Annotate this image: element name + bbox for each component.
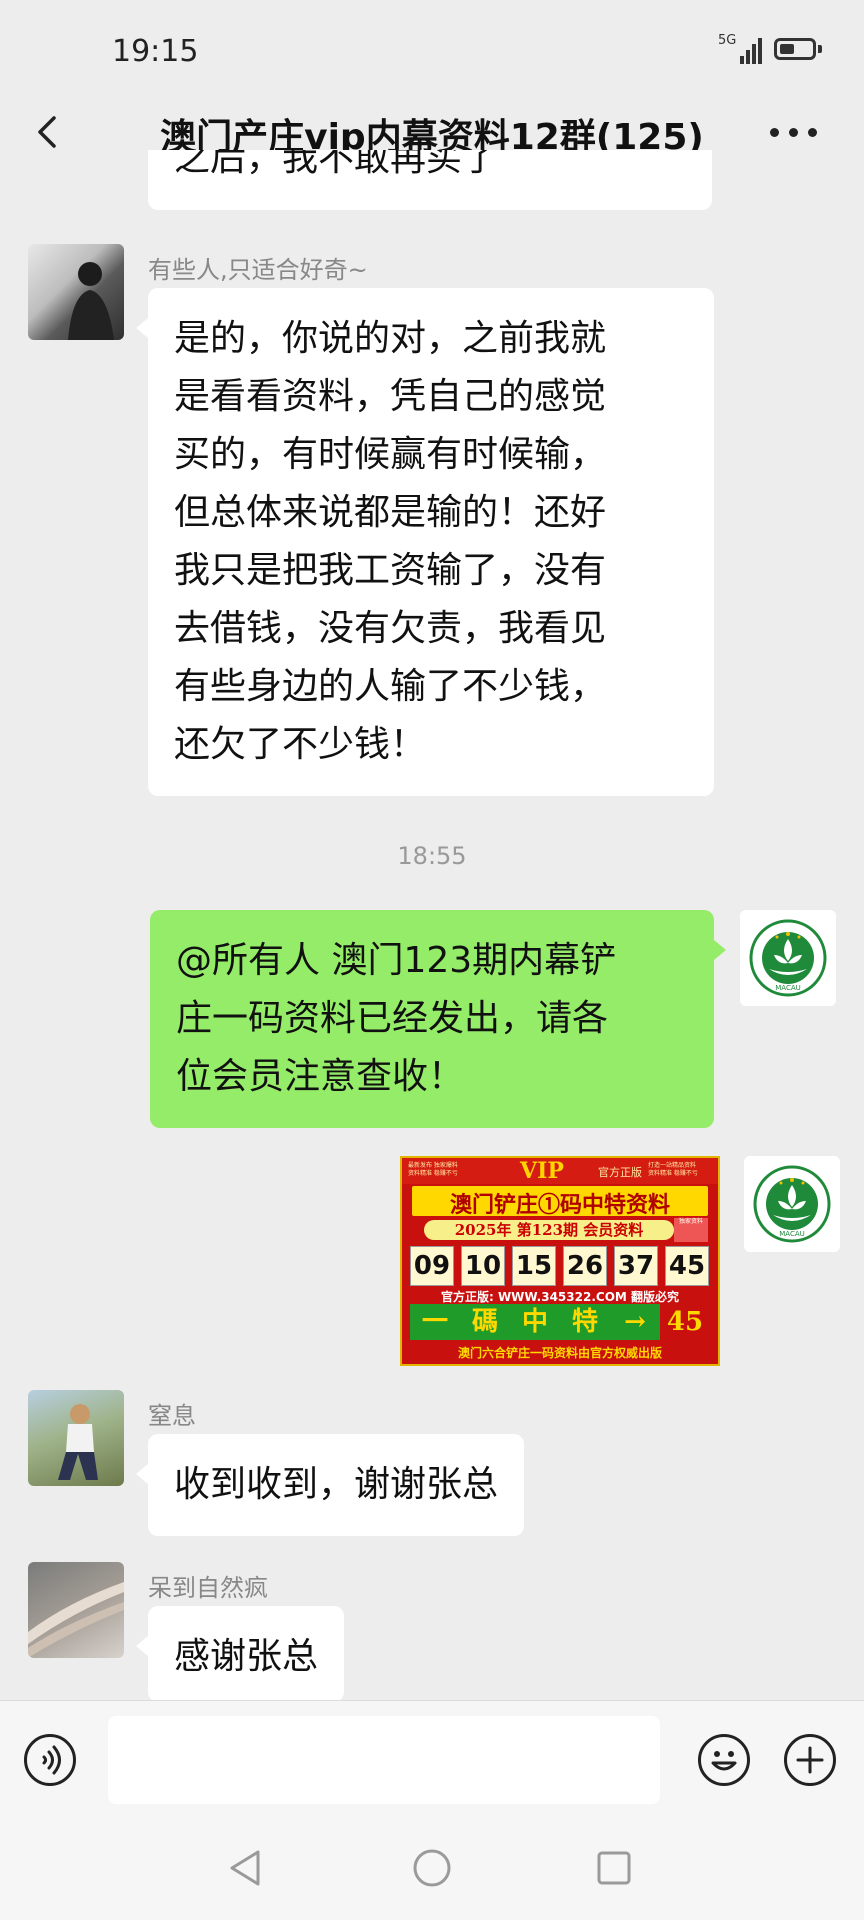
- message-line: 还欠了不少钱！: [174, 724, 427, 765]
- vip-url: 官方正版: WWW.345322.COM 翻版必究: [440, 1290, 680, 1304]
- bubble-tail: [714, 940, 726, 960]
- timestamp: 18:55: [397, 842, 467, 870]
- avatar[interactable]: [28, 244, 124, 340]
- message-bubble-outgoing[interactable]: @所有人 澳门123期内幕铲 庄一码资料已经发出，请各 位会员注意查收！: [150, 910, 714, 1128]
- nav-recents-icon[interactable]: [596, 1850, 632, 1886]
- message-input[interactable]: [108, 1716, 660, 1804]
- message-line: 是的，你说的对，之前我就: [174, 318, 607, 359]
- vip-numbers: 09 10 15 26 37 45: [410, 1246, 710, 1286]
- vip-number: 45: [665, 1246, 709, 1286]
- vip-number: 10: [461, 1246, 505, 1286]
- vip-tag: 官方正版: [598, 1166, 642, 1179]
- add-attachment-icon[interactable]: [784, 1734, 836, 1786]
- vip-footer: 澳门六合铲庄一码资料由官方权威出版: [457, 1346, 662, 1360]
- signal-icon: [740, 36, 764, 64]
- vip-year-line: 2025年 第123期 会员资料: [424, 1220, 674, 1240]
- nav-home-icon[interactable]: [412, 1848, 452, 1888]
- emoji-icon[interactable]: [698, 1734, 750, 1786]
- message-line: 有些身边的人输了不少钱，: [174, 666, 607, 707]
- message-line: 庄一码资料已经发出，请各: [176, 998, 609, 1039]
- vip-number: 37: [614, 1246, 658, 1286]
- vip-seal: 独家资料: [674, 1218, 708, 1242]
- message-bubble[interactable]: 感谢张总: [148, 1606, 345, 1702]
- bubble-tail: [136, 1636, 148, 1656]
- bubble-tail: [136, 1464, 148, 1484]
- message-bubble[interactable]: 收到收到，谢谢张总: [148, 1434, 525, 1536]
- sender-name: 有些人,只适合好奇~: [148, 256, 368, 284]
- vip-special-row: 一 碼 中 特 → 45: [410, 1304, 710, 1340]
- battery-icon: [774, 38, 822, 60]
- vip-number: 15: [512, 1246, 556, 1286]
- voice-input-icon[interactable]: [24, 1734, 76, 1786]
- message-line: 去借钱，没有欠责，我看见: [174, 608, 607, 649]
- message-line: @所有人 澳门123期内幕铲: [176, 940, 617, 981]
- avatar[interactable]: [28, 1562, 124, 1658]
- avatar[interactable]: [28, 1390, 124, 1486]
- sender-name: 窒息: [148, 1402, 196, 1430]
- message-line: 买的，有时候赢有时候输，: [174, 434, 607, 475]
- message-bubble[interactable]: 是的，你说的对，之前我就 是看看资料，凭自己的感觉 买的，有时候赢有时候输， 但…: [148, 288, 714, 796]
- status-time: 19:15: [112, 34, 199, 69]
- message-line: 是看看资料，凭自己的感觉: [174, 376, 607, 417]
- avatar-self[interactable]: MACAU: [744, 1156, 840, 1252]
- vip-headline-band: 澳门铲庄①码中特资料: [412, 1186, 708, 1218]
- status-bar: 19:15 5G: [0, 0, 864, 100]
- macau-emblem-icon: MACAU: [749, 919, 827, 997]
- vip-number: 26: [563, 1246, 607, 1286]
- svg-text:MACAU: MACAU: [779, 1230, 805, 1238]
- macau-emblem-icon: MACAU: [753, 1165, 831, 1243]
- vip-headline: 澳门铲庄①码中特资料: [449, 1192, 670, 1218]
- bubble-tail: [136, 318, 148, 338]
- message-line: 收到收到，谢谢张总: [174, 1464, 499, 1505]
- network-type: 5G: [718, 33, 737, 48]
- vip-image-message[interactable]: 最新发布 独家爆料 资料精准 稳赚不亏 VIP 官方正版 打造一站精品资料 资料精准…: [400, 1156, 720, 1366]
- message-partial: 之后，我不敢再买了: [148, 150, 712, 222]
- more-options-icon[interactable]: [770, 128, 818, 138]
- message-line: 感谢张总: [174, 1636, 319, 1677]
- message-partial-text: 之后，我不敢再买了: [148, 150, 712, 210]
- nav-back-icon[interactable]: [226, 1846, 266, 1890]
- sender-name: 呆到自然疯: [148, 1574, 268, 1602]
- message-line: 位会员注意查收！: [176, 1056, 465, 1097]
- vip-number: 09: [410, 1246, 454, 1286]
- vip-logo: VIP: [520, 1158, 564, 1184]
- message-line: 我只是把我工资输了，没有: [174, 550, 607, 591]
- avatar-self[interactable]: MACAU: [740, 910, 836, 1006]
- message-line: 但总体来说都是输的！还好: [174, 492, 607, 533]
- svg-text:MACAU: MACAU: [775, 984, 801, 992]
